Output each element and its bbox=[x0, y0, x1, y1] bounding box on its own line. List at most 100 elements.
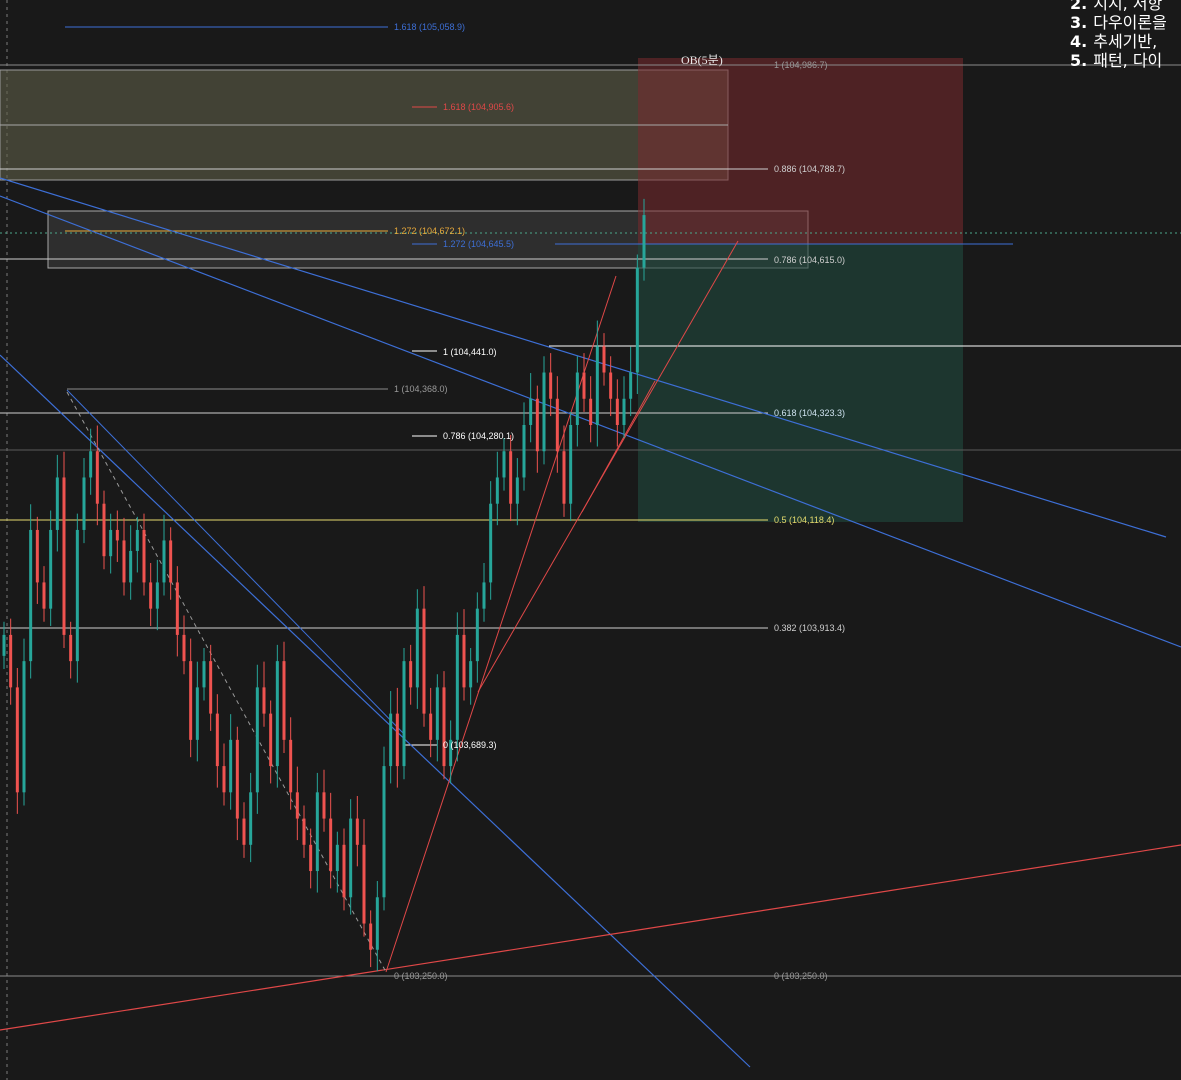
candle-body bbox=[62, 477, 66, 635]
candle-body bbox=[75, 529, 79, 662]
candle-body bbox=[349, 818, 353, 898]
candle-body bbox=[322, 792, 326, 819]
candle-body bbox=[289, 739, 293, 793]
fib-label: 0.786 (104,280.1) bbox=[443, 431, 514, 441]
candle-body bbox=[429, 713, 433, 740]
candle-body bbox=[522, 424, 526, 478]
fib-label: 1.272 (104,645.5) bbox=[443, 239, 514, 249]
candle-body bbox=[602, 346, 606, 373]
candle-body bbox=[575, 372, 579, 425]
fib-label: 1 (104,441.0) bbox=[443, 347, 497, 357]
candle-body bbox=[155, 582, 159, 609]
candle-body bbox=[555, 398, 559, 452]
candle-body bbox=[282, 661, 286, 740]
candle-body bbox=[515, 477, 519, 504]
candle-body bbox=[269, 713, 273, 767]
candle-body bbox=[569, 424, 573, 504]
fib-label: 0.618 (104,323.3) bbox=[774, 408, 845, 418]
candle-body bbox=[55, 477, 59, 530]
candle-body bbox=[162, 540, 166, 583]
candle-body bbox=[395, 713, 399, 767]
candle-body bbox=[415, 608, 419, 688]
candle-body bbox=[469, 661, 473, 688]
candle-body bbox=[302, 818, 306, 845]
candle-body bbox=[249, 792, 253, 845]
candle-body bbox=[175, 582, 179, 635]
candle-body bbox=[535, 398, 539, 452]
candle-body bbox=[262, 687, 266, 714]
candle-body bbox=[129, 550, 133, 583]
candle-body bbox=[482, 582, 486, 609]
candle-body bbox=[489, 503, 493, 583]
candle-body bbox=[182, 634, 186, 662]
short-position-profit-zone bbox=[638, 244, 963, 522]
candle-body bbox=[342, 844, 346, 898]
candle-body bbox=[549, 372, 553, 399]
candle-body bbox=[102, 503, 106, 557]
candle-body bbox=[389, 713, 393, 767]
candle-body bbox=[209, 661, 213, 714]
candle-body bbox=[2, 634, 6, 656]
fib-label: 0.886 (104,788.7) bbox=[774, 164, 845, 174]
candle-body bbox=[615, 398, 619, 425]
candle-body bbox=[355, 818, 359, 845]
fib-label: 1 (104,368.0) bbox=[394, 384, 448, 394]
candle-body bbox=[35, 529, 39, 583]
candle-body bbox=[29, 529, 33, 662]
candle-body bbox=[189, 661, 193, 740]
candle-body bbox=[15, 687, 19, 793]
candle-body bbox=[329, 818, 333, 872]
fib-label: 0.786 (104,615.0) bbox=[774, 255, 845, 265]
candle-body bbox=[542, 372, 546, 452]
note-item: 4. 추세기반, bbox=[1070, 32, 1158, 51]
candle-body bbox=[502, 451, 506, 478]
candle-body bbox=[475, 608, 479, 662]
candle-body bbox=[9, 634, 13, 688]
candle-body bbox=[369, 923, 373, 950]
candle-body bbox=[229, 739, 233, 793]
candle-body bbox=[82, 477, 86, 530]
candle-body bbox=[235, 739, 239, 819]
candle-body bbox=[242, 818, 246, 845]
candle-body bbox=[622, 398, 626, 425]
candle-body bbox=[109, 529, 113, 557]
note-item: 2. 지지, 저항 bbox=[1070, 0, 1163, 13]
fib-label-duplicate: 0 (103,250.0) bbox=[774, 971, 828, 981]
candle-body bbox=[22, 661, 26, 793]
candle-body bbox=[149, 582, 153, 609]
short-position-risk-zone bbox=[638, 58, 963, 244]
candle-body bbox=[195, 687, 199, 740]
candle-body bbox=[202, 661, 206, 688]
candle-body bbox=[642, 215, 646, 268]
candle-body bbox=[435, 687, 439, 740]
candle-body bbox=[529, 398, 533, 425]
candle-body bbox=[142, 529, 146, 583]
candle-body bbox=[335, 844, 339, 872]
candle-body bbox=[402, 661, 406, 767]
order-block-label: OB(5분) bbox=[681, 53, 723, 67]
price-chart[interactable]: 1.618 (105,058.9) 1 (104,986.7) 1.618 (1… bbox=[0, 0, 1181, 1080]
candle-body bbox=[609, 372, 613, 399]
candle-body bbox=[495, 477, 499, 504]
candle-body bbox=[582, 372, 586, 399]
candle-body bbox=[89, 451, 93, 478]
candle-body bbox=[382, 766, 386, 898]
candle-body bbox=[315, 792, 319, 872]
candle-body bbox=[595, 346, 599, 425]
candle-body bbox=[409, 661, 413, 688]
candle-body bbox=[629, 372, 633, 399]
candle-body bbox=[462, 634, 466, 688]
fib-label: 0 (103,250.0) bbox=[394, 971, 448, 981]
fib-label: 1 (104,986.7) bbox=[774, 60, 828, 70]
candle-body bbox=[362, 844, 366, 924]
candle-body bbox=[49, 529, 53, 609]
candle-body bbox=[635, 267, 639, 373]
candle-body bbox=[375, 897, 379, 950]
candle-body bbox=[442, 687, 446, 767]
candle-body bbox=[562, 451, 566, 504]
candle-body bbox=[455, 634, 459, 740]
candle-body bbox=[295, 792, 299, 819]
fib-label: 1.618 (104,905.6) bbox=[443, 102, 514, 112]
strategy-notes: 2. 지지, 저항 3. 다우이론을 4. 추세기반, 5. 패턴, 다이 bbox=[1070, 0, 1167, 70]
fib-label: 1.272 (104,672.1) bbox=[394, 226, 465, 236]
